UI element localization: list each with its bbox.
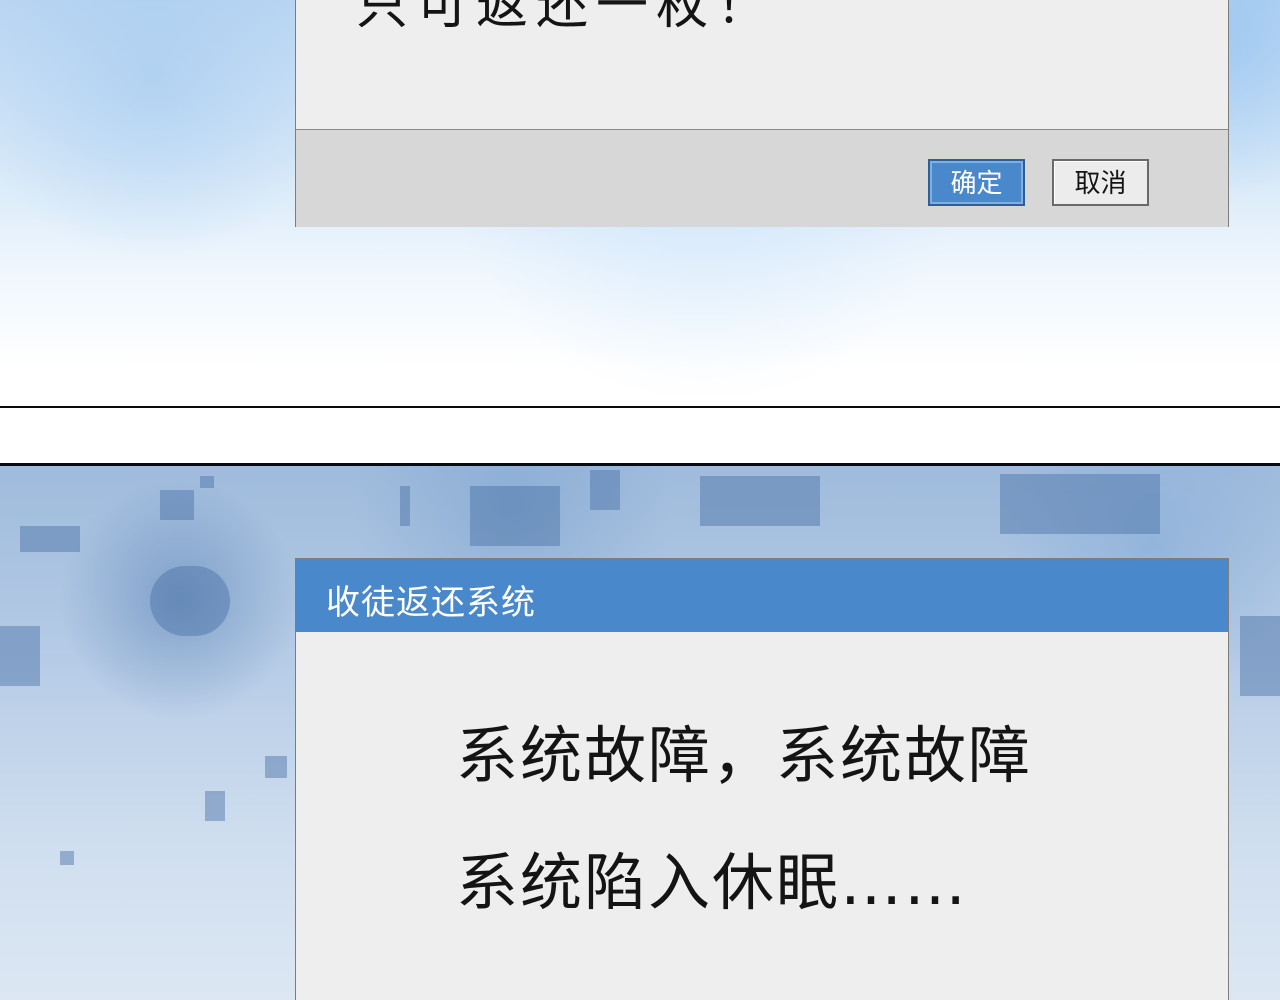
bg-pixel-blot [160,490,194,520]
bg-pixel-blot [150,566,230,636]
bg-pixel-blot [590,470,620,510]
bottom-panel-background: 收徒返还系统 系统故障，系统故障 系统陷入休眠…… [0,466,1280,1000]
dialog-body: 只可返还一枚！ [296,0,1228,129]
ok-button[interactable]: 确定 [928,159,1025,206]
top-panel-background: 只可返还一枚！ 确定 取消 [0,0,1280,408]
dialog-message-line-1: 系统故障，系统故障 [456,719,1033,792]
dialog-footer: 确定 取消 [296,129,1228,227]
bg-pixel-blot [1240,616,1280,696]
panel-gutter [0,408,1280,464]
confirm-dialog: 只可返还一枚！ 确定 取消 [295,0,1229,227]
bg-pixel-blot [1000,474,1160,534]
bg-pixel-blot [700,476,820,526]
dialog-title: 收徒返还系统 [326,583,536,623]
bg-pixel-blot [205,791,225,821]
bg-pixel-blot [400,486,410,526]
dialog-message: 只可返还一枚！ [356,0,777,36]
dialog-message-line-2: 系统陷入休眠…… [456,846,969,919]
bg-pixel-blot [200,476,214,488]
bg-pixel-blot [470,486,560,546]
bg-pixel-blot [20,526,80,552]
dialog-titlebar: 收徒返还系统 [296,559,1228,632]
system-dialog: 收徒返还系统 系统故障，系统故障 系统陷入休眠…… [295,558,1229,1000]
bg-pixel-blot [60,851,74,865]
dialog-body: 系统故障，系统故障 系统陷入休眠…… [296,632,1228,1000]
cancel-button[interactable]: 取消 [1052,159,1149,206]
bg-pixel-blot [0,626,40,686]
bg-pixel-blot [265,756,287,778]
